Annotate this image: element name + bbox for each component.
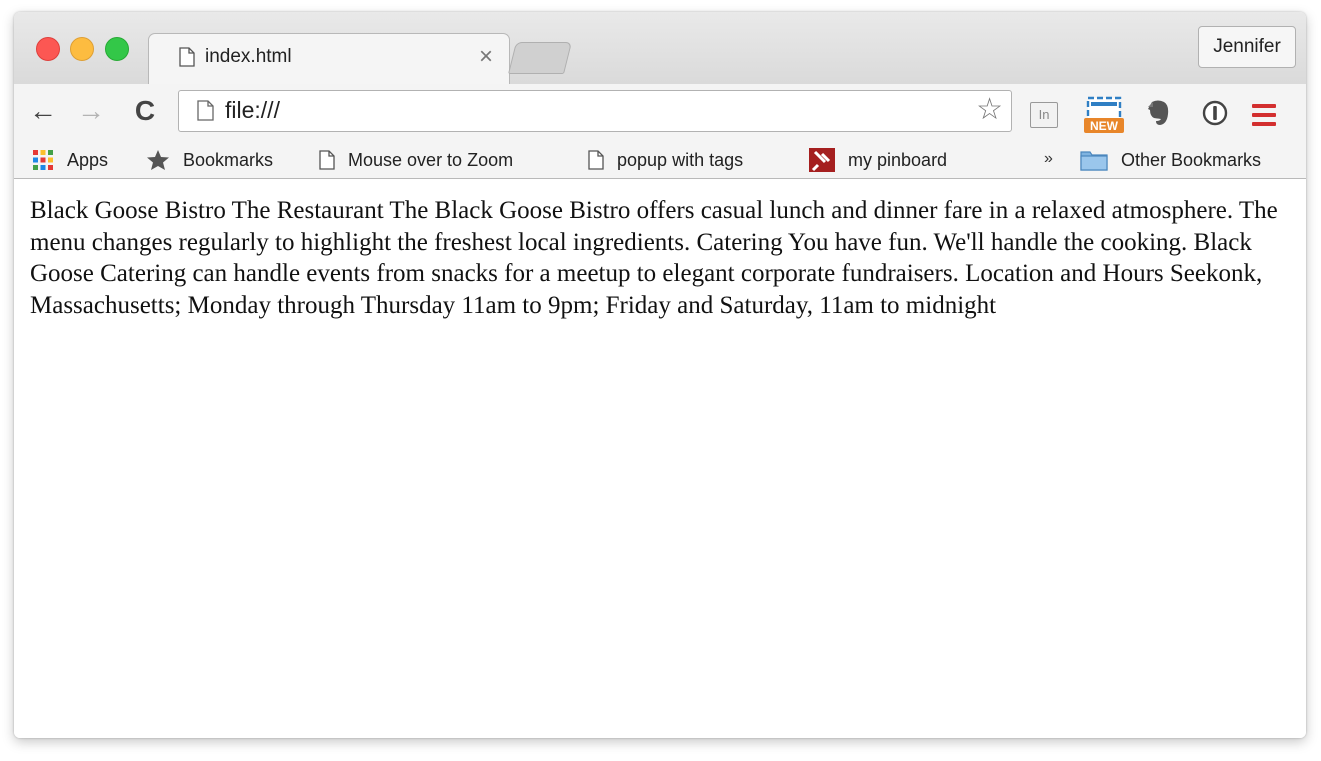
back-arrow-icon[interactable]: ← bbox=[28, 96, 58, 126]
bookmarks-overflow-icon[interactable]: » bbox=[1044, 145, 1053, 173]
page-icon bbox=[179, 47, 195, 67]
bookmark-mouse-over-to-zoom[interactable]: Mouse over to Zoom bbox=[319, 145, 513, 173]
address-url[interactable]: file:/// bbox=[225, 97, 280, 124]
linkedin-icon[interactable]: In bbox=[1030, 102, 1058, 128]
profile-button[interactable]: Jennifer bbox=[1198, 26, 1296, 68]
page-content: Black Goose Bistro The Restaurant The Bl… bbox=[14, 179, 1306, 738]
close-window-button[interactable] bbox=[36, 37, 60, 61]
tab-strip: index.html × Jennifer bbox=[14, 12, 1306, 85]
bookmarks-bar: Apps Bookmarks Mouse over to Zoom popup … bbox=[14, 142, 1306, 179]
screenshot-new-icon[interactable]: NEW bbox=[1082, 94, 1126, 134]
bookmark-apps[interactable]: Apps bbox=[32, 145, 108, 173]
page-icon bbox=[197, 100, 214, 121]
bookmark-popup-with-tags[interactable]: popup with tags bbox=[588, 145, 743, 173]
tab-title: index.html bbox=[205, 46, 292, 67]
bookmark-other-bookmarks[interactable]: Other Bookmarks bbox=[1080, 145, 1261, 173]
pinboard-icon bbox=[809, 148, 835, 173]
bookmark-label: Mouse over to Zoom bbox=[348, 150, 514, 171]
bookmark-label: Apps bbox=[67, 150, 109, 171]
chrome-menu-icon[interactable] bbox=[1252, 104, 1276, 126]
bookmark-star-icon[interactable]: ☆ bbox=[976, 95, 1003, 125]
bookmark-my-pinboard[interactable]: my pinboard bbox=[809, 145, 947, 173]
bookmark-label: popup with tags bbox=[617, 150, 744, 171]
page-icon bbox=[319, 150, 335, 170]
maximize-window-button[interactable] bbox=[105, 37, 129, 61]
forward-arrow-icon[interactable]: → bbox=[76, 96, 106, 126]
browser-window: index.html × Jennifer ← → C file:/// ☆ I… bbox=[14, 12, 1306, 738]
folder-icon bbox=[1080, 151, 1108, 171]
1password-icon[interactable] bbox=[1202, 100, 1228, 126]
new-badge-label: NEW bbox=[1090, 119, 1119, 133]
page-icon bbox=[588, 150, 604, 170]
star-icon bbox=[147, 150, 169, 171]
tab-close-icon[interactable]: × bbox=[479, 43, 493, 71]
new-tab-button[interactable] bbox=[508, 42, 572, 74]
evernote-icon[interactable] bbox=[1146, 98, 1172, 128]
tab-index-html[interactable]: index.html × bbox=[148, 33, 510, 85]
bookmark-bookmarks[interactable]: Bookmarks bbox=[146, 145, 273, 173]
reload-icon[interactable]: C bbox=[130, 96, 160, 126]
toolbar: ← → C file:/// ☆ In NEW bbox=[14, 84, 1306, 142]
apps-grid-icon bbox=[33, 150, 53, 171]
minimize-window-button[interactable] bbox=[70, 37, 94, 61]
bookmark-label: Other Bookmarks bbox=[1121, 150, 1262, 171]
bookmark-label: Bookmarks bbox=[183, 150, 274, 171]
address-bar[interactable]: file:/// ☆ bbox=[178, 90, 1012, 132]
bookmark-label: my pinboard bbox=[848, 150, 948, 171]
page-body-text: Black Goose Bistro The Restaurant The Bl… bbox=[30, 197, 1278, 319]
